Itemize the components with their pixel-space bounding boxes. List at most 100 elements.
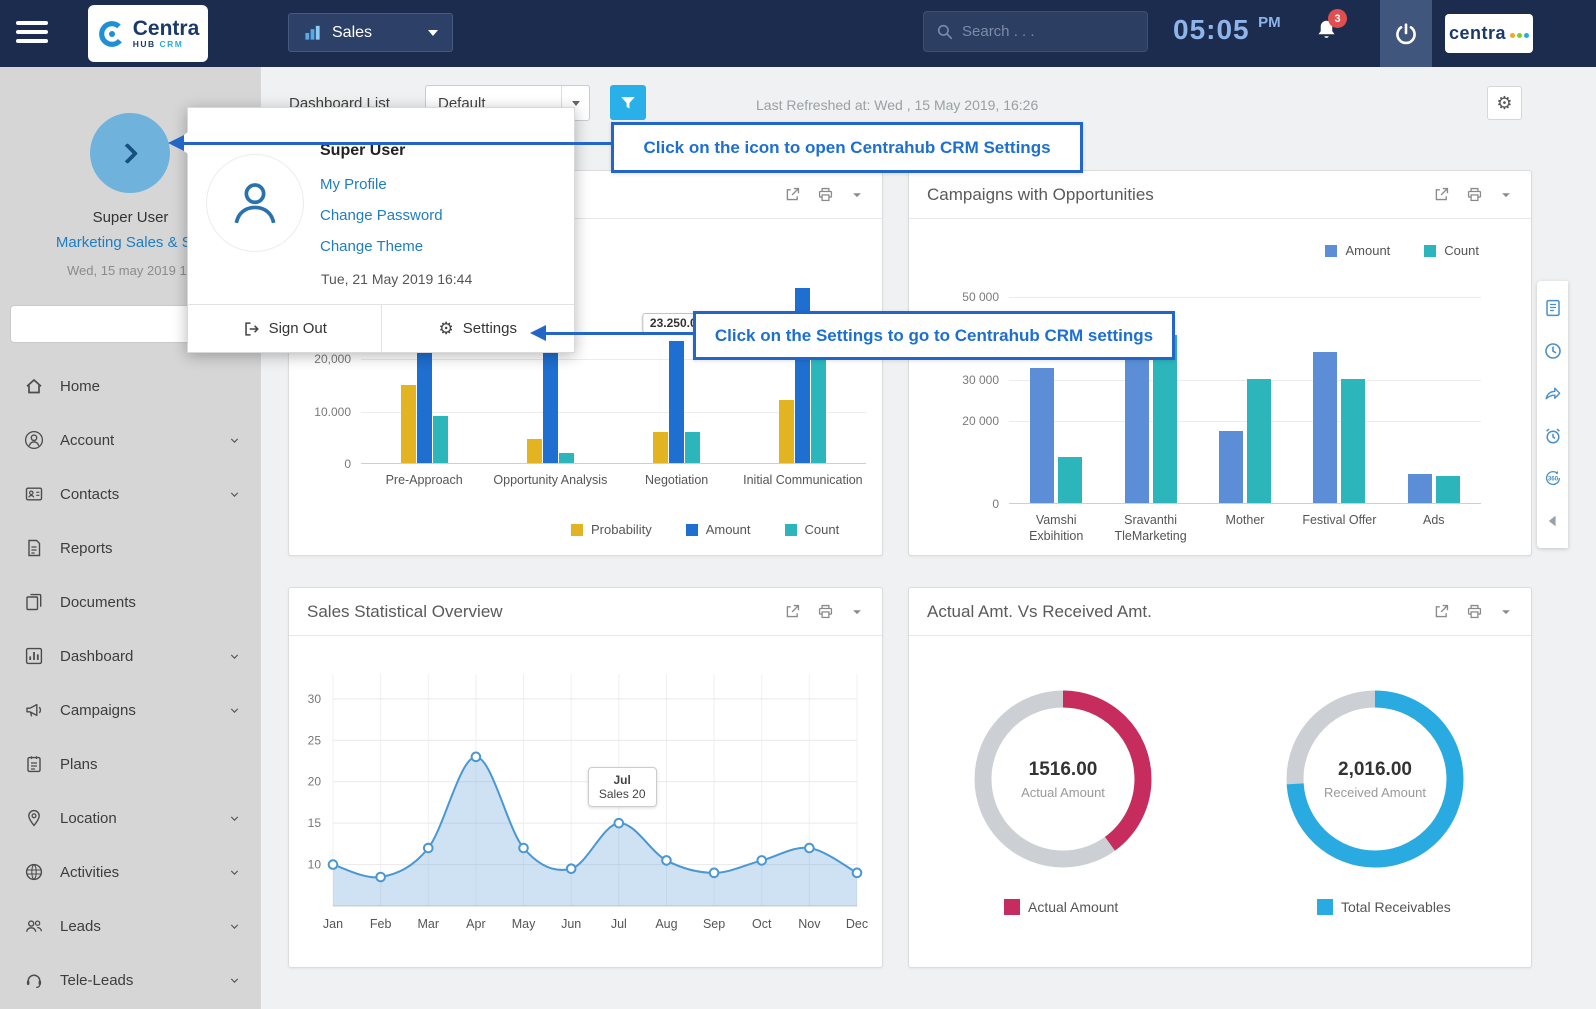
dashboard-settings-button[interactable]: ⚙ <box>1487 86 1522 120</box>
power-button[interactable] <box>1380 0 1432 67</box>
module-selector[interactable]: Sales <box>288 13 453 52</box>
campaigns-chart: 50 00030 00020 0000Vamshi ExbihitionSrav… <box>909 219 1531 556</box>
bar-count-mother[interactable] <box>1247 379 1271 503</box>
bar-chart-icon <box>303 23 322 42</box>
sidebar-item-campaigns[interactable]: Campaigns <box>0 683 261 737</box>
my-profile-link[interactable]: My Profile <box>320 176 387 193</box>
bar-amount-negotiation[interactable] <box>669 341 684 463</box>
data-point-dec[interactable] <box>853 869 862 878</box>
data-point-jan[interactable] <box>329 860 338 869</box>
search-input[interactable]: Search . . . <box>923 11 1148 52</box>
sidebar-item-contacts[interactable]: Contacts <box>0 467 261 521</box>
external-link-icon[interactable] <box>784 603 801 620</box>
bar-amount-ads[interactable] <box>1408 474 1432 503</box>
user-avatar[interactable] <box>90 113 170 193</box>
chevron-down-icon[interactable] <box>1499 188 1513 202</box>
data-point-apr[interactable] <box>472 753 481 762</box>
sidebar-item-activities[interactable]: Activities <box>0 845 261 899</box>
tele-leads-icon <box>24 970 44 990</box>
chevron-down-icon[interactable] <box>850 188 864 202</box>
bar-count-ads[interactable] <box>1436 476 1460 503</box>
filter-button[interactable] <box>610 85 646 120</box>
collapse-icon[interactable] <box>1543 511 1563 531</box>
alarm-icon[interactable] <box>1543 426 1563 446</box>
donut-actual-amount: 1516.00Actual Amount <box>968 684 1158 874</box>
sidebar-item-location[interactable]: Location <box>0 791 261 845</box>
dashboard-icon <box>24 646 44 666</box>
annotation-callout-settings: Click on the Settings to go to Centrahub… <box>693 311 1175 360</box>
data-point-aug[interactable] <box>662 856 671 865</box>
bar-probability-initial-communication[interactable] <box>779 400 794 463</box>
external-link-icon[interactable] <box>1433 186 1450 203</box>
change-theme-link[interactable]: Change Theme <box>320 238 423 255</box>
sidebar-nav: HomeAccountContactsReportsDocumentsDashb… <box>0 359 261 1007</box>
data-point-nov[interactable] <box>805 844 814 853</box>
sidebar-item-reports[interactable]: Reports <box>0 521 261 575</box>
data-point-sep[interactable] <box>710 869 719 878</box>
chart-legend: AmountCount <box>1325 243 1479 258</box>
chevron-down-icon <box>228 704 241 717</box>
bar-probability-negotiation[interactable] <box>653 432 668 463</box>
sidebar-item-leads[interactable]: Leads <box>0 899 261 953</box>
svg-text:10: 10 <box>308 858 322 872</box>
bar-count-negotiation[interactable] <box>685 432 700 463</box>
sidebar-item-plans[interactable]: Plans <box>0 737 261 791</box>
report-icon[interactable] <box>1543 298 1563 318</box>
bar-amount-vamshi-exbihition[interactable] <box>1030 368 1054 503</box>
print-icon[interactable] <box>1466 603 1483 620</box>
data-point-oct[interactable] <box>757 856 766 865</box>
donut-value: 2,016.00 <box>1338 759 1412 781</box>
home-icon <box>24 376 44 396</box>
data-point-feb[interactable] <box>376 873 385 882</box>
bar-count-sravanthi-tlemarketing[interactable] <box>1153 335 1177 503</box>
notification-badge: 3 <box>1328 9 1347 28</box>
deg360-icon[interactable]: 360 <box>1543 468 1563 488</box>
sidebar-item-documents[interactable]: Documents <box>0 575 261 629</box>
sidebar-item-account[interactable]: Account <box>0 413 261 467</box>
bar-count-vamshi-exbihition[interactable] <box>1058 457 1082 503</box>
sidebar-item-tele-leads[interactable]: Tele-Leads <box>0 953 261 1007</box>
chevron-down-icon <box>228 866 241 879</box>
bar-amount-mother[interactable] <box>1219 431 1243 503</box>
external-link-icon[interactable] <box>1433 603 1450 620</box>
data-point-jul[interactable] <box>615 819 624 828</box>
svg-text:Sep: Sep <box>703 917 725 931</box>
x-axis-label: Negotiation <box>614 473 740 489</box>
bar-amount-opportunity-analysis[interactable] <box>543 335 558 463</box>
legend-item-count: Count <box>1424 243 1479 258</box>
bar-count-opportunity-analysis[interactable] <box>559 453 574 463</box>
bar-probability-pre-approach[interactable] <box>401 385 416 463</box>
y-axis-tick: 0 <box>293 457 351 471</box>
print-icon[interactable] <box>817 603 834 620</box>
print-icon[interactable] <box>817 186 834 203</box>
sidebar-item-dashboard[interactable]: Dashboard <box>0 629 261 683</box>
sidebar-item-home[interactable]: Home <box>0 359 261 413</box>
chevron-down-icon <box>228 974 241 987</box>
share-icon[interactable] <box>1543 383 1563 403</box>
change-password-link[interactable]: Change Password <box>320 207 443 224</box>
data-point-may[interactable] <box>519 844 528 853</box>
external-link-icon[interactable] <box>784 186 801 203</box>
donut-label: Actual Amount <box>1021 785 1105 800</box>
data-point-jun[interactable] <box>567 864 576 873</box>
menu-icon[interactable] <box>16 21 48 48</box>
bar-probability-opportunity-analysis[interactable] <box>527 439 542 463</box>
data-point-mar[interactable] <box>424 844 433 853</box>
svg-text:Oct: Oct <box>752 917 772 931</box>
sign-out-icon <box>242 320 260 338</box>
chevron-down-icon[interactable] <box>850 605 864 619</box>
notifications-button[interactable]: 3 <box>1314 18 1339 48</box>
print-icon[interactable] <box>1466 186 1483 203</box>
campaigns-icon <box>24 700 44 720</box>
chevron-down-icon[interactable] <box>1499 605 1513 619</box>
card-campaigns: Campaigns with Opportunities 50 00030 00… <box>908 170 1532 556</box>
app-logo[interactable]: Centra HUB CRM <box>88 5 208 62</box>
history-icon[interactable] <box>1543 341 1563 361</box>
bar-amount-festival-offer[interactable] <box>1313 352 1337 503</box>
sign-out-button[interactable]: Sign Out <box>188 305 381 352</box>
svg-text:May: May <box>512 917 536 931</box>
funnel-icon <box>619 94 637 112</box>
sidebar-item-label: Campaigns <box>60 702 212 719</box>
bar-count-pre-approach[interactable] <box>433 416 448 463</box>
bar-count-festival-offer[interactable] <box>1341 379 1365 503</box>
